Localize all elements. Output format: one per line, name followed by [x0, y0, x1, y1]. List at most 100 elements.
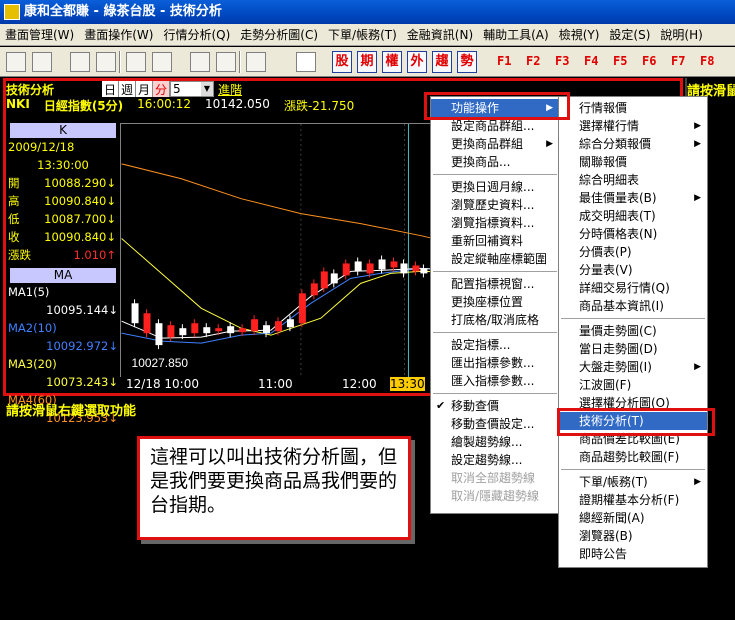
- settings-icon[interactable]: [152, 52, 172, 72]
- function-key-f8[interactable]: F8: [700, 54, 714, 68]
- quick-button-0[interactable]: 股: [332, 51, 352, 73]
- submenu-item-10[interactable]: 詳細交易行情(Q): [559, 279, 707, 297]
- submenu-item-label: 即時公告: [579, 547, 628, 561]
- submenu-item-0[interactable]: 行情報價: [559, 99, 707, 117]
- menubar-item-1[interactable]: 畫面操作(W): [79, 24, 158, 45]
- function-key-f5[interactable]: F5: [613, 54, 627, 68]
- submenu-item-7[interactable]: 分時價格表(N): [559, 225, 707, 243]
- window-title: 康和全都賺 - 綠茶台股 - 技術分析: [24, 4, 222, 19]
- menubar-item-6[interactable]: 輔助工具(A): [478, 24, 554, 45]
- context-menu-item-16[interactable]: 匯出指標參數...: [431, 354, 559, 372]
- function-key-f3[interactable]: F3: [555, 54, 569, 68]
- period-3[interactable]: 分: [153, 81, 171, 97]
- window-icon[interactable]: [32, 52, 52, 72]
- x-tick-label: 11:00: [258, 377, 293, 391]
- context-menu-item-20[interactable]: 移動查價設定...: [431, 415, 559, 433]
- submenu-item-11[interactable]: 商品基本資訊(I): [559, 297, 707, 315]
- context-menu-item-3[interactable]: 更換商品...: [431, 153, 559, 171]
- ohlc-label: 漲跌: [8, 248, 31, 262]
- candle: [215, 328, 223, 332]
- chart-icon[interactable]: [126, 52, 146, 72]
- submenu-item-8[interactable]: 分價表(P): [559, 243, 707, 261]
- submenu-arrow-icon: ▶: [694, 139, 701, 149]
- search-icon[interactable]: [70, 52, 90, 72]
- submenu-item-26[interactable]: 即時公告: [559, 545, 707, 563]
- submenu-item-label: 關聯報價: [579, 155, 628, 169]
- menubar-item-3[interactable]: 走勢分析圖(C): [235, 24, 323, 45]
- submenu-item-4[interactable]: 綜合明細表: [559, 171, 707, 189]
- interval-combo[interactable]: 5 ▼: [170, 81, 214, 97]
- context-menu-item-5[interactable]: 更換日週月線...: [431, 178, 559, 196]
- quick-button-2[interactable]: 權: [382, 51, 402, 73]
- quick-button-3[interactable]: 外: [407, 51, 427, 73]
- close-icon[interactable]: [96, 52, 116, 72]
- submenu-item-14[interactable]: 當日走勢圖(D): [559, 340, 707, 358]
- context-menu-item-9[interactable]: 設定縱軸座標範圍: [431, 250, 559, 268]
- submenu-item-5[interactable]: 最佳價量表(B) ▶: [559, 189, 707, 207]
- menubar-item-7[interactable]: 檢視(Y): [554, 24, 605, 45]
- shortcut-icon[interactable]: [216, 52, 236, 72]
- menubar-item-8[interactable]: 設定(S): [604, 24, 655, 45]
- quote-time: 16:00:12: [137, 97, 192, 111]
- context-menu-item-2[interactable]: 更換商品群組 ▶: [431, 135, 559, 153]
- candle: [263, 325, 271, 334]
- submenu-item-13[interactable]: 量價走勢圖(C): [559, 322, 707, 340]
- quick-button-5[interactable]: 勢: [457, 51, 477, 73]
- period-0[interactable]: 日: [102, 81, 120, 97]
- period-2[interactable]: 月: [136, 81, 154, 97]
- submenu-item-20[interactable]: 商品趨勢比較圖(F): [559, 448, 707, 466]
- ohlc-value: 10087.700↓: [44, 212, 116, 226]
- menubar-item-2[interactable]: 行情分析(Q): [158, 24, 235, 45]
- quick-button-4[interactable]: 趨: [432, 51, 452, 73]
- submenu-item-6[interactable]: 成交明細表(T): [559, 207, 707, 225]
- screen-icon[interactable]: [6, 52, 26, 72]
- submenu-item-23[interactable]: 證期權基本分析(F): [559, 491, 707, 509]
- function-key-f2[interactable]: F2: [526, 54, 540, 68]
- monitor-icon[interactable]: [246, 52, 266, 72]
- submenu-item-16[interactable]: 江波圖(F): [559, 376, 707, 394]
- candle: [274, 321, 282, 332]
- function-submenu: 行情報價 選擇權行情 ▶ 綜合分類報價 ▶ 關聯報價綜合明細表 最佳價量表(B) ▶ 成交明細表…: [558, 96, 708, 568]
- ma-header: MA: [10, 268, 116, 283]
- function-key-f4[interactable]: F4: [584, 54, 598, 68]
- menubar-item-0[interactable]: 畫面管理(W): [0, 24, 79, 45]
- context-menu-item-15[interactable]: 設定指標...: [431, 336, 559, 354]
- submenu-item-3[interactable]: 關聯報價: [559, 153, 707, 171]
- chevron-down-icon[interactable]: ▼: [201, 82, 213, 96]
- quick-button-1[interactable]: 期: [357, 51, 377, 73]
- broker-logo-icon[interactable]: [296, 52, 316, 72]
- submenu-item-2[interactable]: 綜合分類報價 ▶: [559, 135, 707, 153]
- context-menu-item-6[interactable]: 瀏覽歷史資料...: [431, 196, 559, 214]
- context-menu-item-17[interactable]: 匯入指標參數...: [431, 372, 559, 390]
- coin-icon[interactable]: [190, 52, 210, 72]
- submenu-item-9[interactable]: 分量表(V): [559, 261, 707, 279]
- submenu-item-22[interactable]: 下單/帳務(T) ▶: [559, 473, 707, 491]
- submenu-item-label: 量價走勢圖(C): [579, 324, 657, 338]
- context-menu-item-label: 取消/隱藏趨勢線: [451, 489, 540, 503]
- context-menu-item-19[interactable]: 移動查價 ✔: [431, 397, 559, 415]
- context-menu-item-7[interactable]: 瀏覽指標資料...: [431, 214, 559, 232]
- context-menu-item-11[interactable]: 配置指標視窗...: [431, 275, 559, 293]
- menubar-item-9[interactable]: 說明(H): [655, 24, 707, 45]
- context-menu-item-21[interactable]: 繪製趨勢線...: [431, 433, 559, 451]
- context-menu-item-13[interactable]: 打底格/取消底格: [431, 311, 559, 329]
- function-key-f6[interactable]: F6: [642, 54, 656, 68]
- context-menu-item-12[interactable]: 更換座標位置: [431, 293, 559, 311]
- function-key-f7[interactable]: F7: [671, 54, 685, 68]
- context-menu-item-8[interactable]: 重新回補資料: [431, 232, 559, 250]
- submenu-item-15[interactable]: 大盤走勢圖(I) ▶: [559, 358, 707, 376]
- menubar-item-5[interactable]: 金融資訊(N): [402, 24, 478, 45]
- period-1[interactable]: 週: [119, 81, 137, 97]
- submenu-item-label: 瀏覽器(B): [579, 529, 633, 543]
- submenu-item-24[interactable]: 總經新聞(A): [559, 509, 707, 527]
- bar-time: 13:30:00: [37, 158, 89, 172]
- candle: [239, 328, 247, 333]
- candle: [143, 313, 151, 334]
- menubar-item-4[interactable]: 下單/帳務(T): [323, 24, 402, 45]
- submenu-item-25[interactable]: 瀏覽器(B): [559, 527, 707, 545]
- submenu-item-1[interactable]: 選擇權行情 ▶: [559, 117, 707, 135]
- context-menu-item-22[interactable]: 設定趨勢線...: [431, 451, 559, 469]
- context-menu-item-label: 設定商品群組...: [451, 119, 535, 133]
- advanced-link[interactable]: 進階: [218, 81, 242, 98]
- function-key-f1[interactable]: F1: [497, 54, 511, 68]
